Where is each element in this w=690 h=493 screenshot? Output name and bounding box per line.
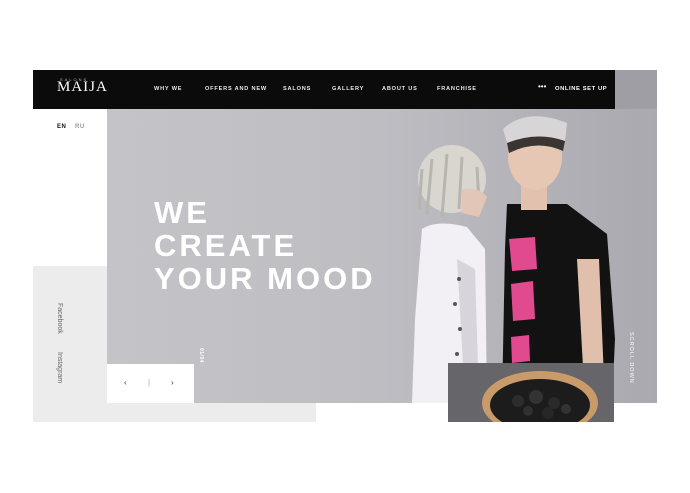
- bottom-accent-strip: [107, 403, 316, 422]
- online-setup-button[interactable]: ONLINE SET UP: [555, 86, 607, 92]
- nav-franchise[interactable]: FRANCHISE: [437, 86, 477, 92]
- slider-controls: ‹ | ›: [107, 364, 194, 403]
- more-dots-icon[interactable]: •••: [538, 82, 546, 91]
- nav-why-we[interactable]: WHY WE: [154, 86, 182, 92]
- slide-counter: 01/04: [198, 348, 204, 364]
- slider-prev-button[interactable]: ‹: [124, 378, 127, 387]
- nav-about-us[interactable]: ABOUT US: [382, 86, 418, 92]
- headline-line-1: WE: [154, 195, 210, 230]
- brand-logo[interactable]: MAIJA: [57, 79, 108, 96]
- instagram-link[interactable]: Instagram: [56, 352, 63, 383]
- charcoal-product-image: [448, 363, 614, 422]
- slider-separator: |: [148, 378, 151, 387]
- nav-salons[interactable]: SALONS: [283, 86, 311, 92]
- lang-ru[interactable]: RU: [75, 124, 85, 130]
- headline-line-3: YOUR MOOD: [154, 261, 376, 296]
- headline-line-2: CREATE: [154, 228, 298, 263]
- facebook-link[interactable]: Facebook: [56, 303, 63, 334]
- hero-headline: WE CREATE YOUR MOOD: [154, 196, 376, 295]
- charcoal-bowl-illustration: [448, 363, 614, 422]
- slider-next-button[interactable]: ›: [171, 378, 174, 387]
- nav-offers-and-new[interactable]: OFFERS AND NEW: [205, 86, 267, 92]
- lang-en[interactable]: EN: [57, 124, 66, 130]
- social-panel: [33, 266, 107, 422]
- scroll-down-link[interactable]: SCROLL DOWN: [628, 332, 634, 384]
- top-navbar: SALONS MAIJA WHY WE OFFERS AND NEW SALON…: [33, 70, 633, 109]
- nav-gallery[interactable]: GALLERY: [332, 86, 364, 92]
